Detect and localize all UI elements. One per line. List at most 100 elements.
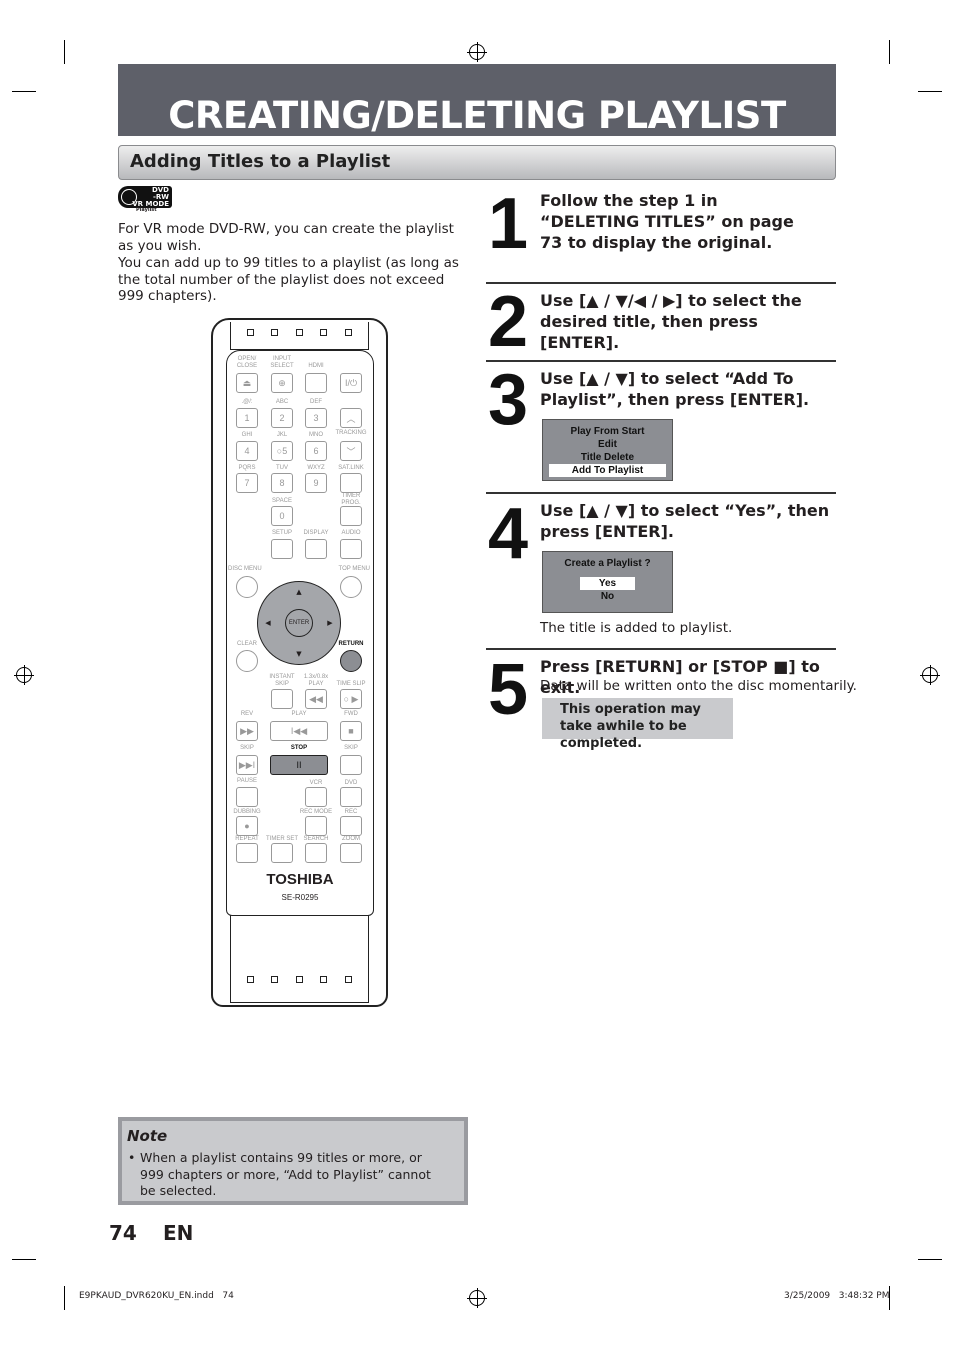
remote-label: STOP	[290, 745, 308, 751]
remote-button: I/⏻	[340, 373, 362, 393]
remote-button: II	[270, 755, 328, 775]
remote-button: 8	[271, 473, 293, 493]
remote-button	[305, 787, 327, 807]
remote-label: DISC MENU	[228, 566, 262, 572]
remote-label: DVD	[344, 780, 358, 786]
remote-button	[340, 843, 362, 863]
step-number: 5	[488, 650, 528, 730]
remote-label: PAUSE	[237, 778, 257, 784]
callout-box: This operation may take awhile to be com…	[542, 698, 733, 751]
remote-label: ZOOM	[342, 836, 360, 842]
confirm-dialog: Create a Playlist ? Yes No	[542, 551, 673, 613]
remote-label: TIMER PROG.	[341, 493, 361, 506]
remote-button: ○5	[271, 441, 293, 461]
remote-model: SE-R0295	[281, 893, 319, 902]
remote-button: ⏏	[236, 373, 258, 393]
title-menu: Play From Start Edit Title Delete Add To…	[542, 419, 673, 481]
remote-button	[271, 843, 293, 863]
footer-file: E9PKAUD_DVR620KU_EN.indd 74	[79, 1291, 234, 1301]
step-text: Follow the step 1 in “DELETING TITLES” o…	[540, 191, 794, 252]
registration-mark	[467, 1288, 487, 1308]
menu-item[interactable]: Title Delete	[543, 451, 672, 464]
remote-round-button	[236, 650, 258, 672]
remote-label: REC	[344, 809, 358, 815]
remote-button: ●	[236, 816, 258, 836]
callout-text: This operation may take awhile to be com…	[560, 702, 701, 751]
registration-mark	[14, 665, 34, 685]
arrow-right-icon: ▶	[327, 619, 333, 627]
page-number: 74	[109, 1221, 137, 1245]
remote-button	[271, 689, 293, 709]
remote-label: SKIP	[240, 745, 254, 751]
remote-button: ﹀	[340, 441, 362, 461]
arrow-up-icon: ▲	[296, 588, 302, 596]
remote-label: DUBBING	[233, 809, 261, 815]
remote-button: 3	[305, 408, 327, 428]
remote-button	[340, 755, 362, 775]
remote-button: 2	[271, 408, 293, 428]
remote-button: ■	[340, 721, 362, 741]
note-item: When a playlist contains 99 titles or mo…	[140, 1150, 431, 1198]
step-text: Use [▲ / ▼/◀ / ▶] to select the desired …	[540, 291, 802, 352]
remote-button: ︿	[340, 408, 362, 428]
menu-item[interactable]: Play From Start	[543, 425, 672, 438]
step-subtext: Data will be written onto the disc momen…	[540, 678, 857, 694]
remote-label: AUDIO	[341, 530, 361, 536]
remote-button	[305, 539, 327, 559]
remote-label: HDMI	[308, 363, 324, 369]
remote-button	[236, 787, 258, 807]
remote-label: SKIP	[344, 745, 358, 751]
step-number: 3	[488, 360, 528, 440]
note-title: Note	[127, 1127, 168, 1145]
remote-button	[305, 373, 327, 393]
menu-item[interactable]: Edit	[543, 438, 672, 451]
remote-label: PLAY	[291, 711, 307, 717]
remote-round-button	[340, 576, 362, 598]
section-title: Adding Titles to a Playlist	[130, 151, 391, 172]
remote-button	[305, 843, 327, 863]
footer-date: 3/25/2009 3:48:32 PM	[784, 1291, 890, 1301]
remote-button	[305, 816, 327, 836]
remote-button: 9	[305, 473, 327, 493]
remote-button	[340, 787, 362, 807]
remote-label: SAT.LINK	[338, 465, 364, 471]
step-number: 4	[488, 494, 528, 574]
logo-caption: Playlist	[136, 207, 157, 213]
remote-button: 1	[236, 408, 258, 428]
remote-brand: TOSHIBA	[266, 871, 334, 888]
step-result: The title is added to playlist.	[540, 620, 733, 636]
remote-button	[340, 506, 362, 526]
registration-mark	[920, 665, 940, 685]
remote-label: REV	[240, 711, 254, 717]
dialog-question: Create a Playlist ?	[564, 558, 651, 569]
remote-round-button	[236, 576, 258, 598]
remote-button	[340, 816, 362, 836]
option-yes[interactable]: Yes	[580, 577, 635, 590]
remote-button: I◀◀	[270, 721, 328, 741]
note-box: Note • When a playlist contains 99 title…	[118, 1117, 468, 1205]
intro-text: You can add up to 99 titles to a playlis…	[118, 255, 459, 304]
step-number: 2	[488, 282, 528, 362]
remote-button: 4	[236, 441, 258, 461]
disc-icon	[121, 189, 137, 205]
arrow-down-icon: ▼	[296, 650, 302, 658]
remote-button: ▶▶I	[236, 755, 258, 775]
intro-text: For VR mode DVD-RW, you can create the p…	[118, 221, 454, 254]
remote-button	[271, 539, 293, 559]
remote-label: DEF	[310, 399, 322, 405]
step-text: Use [▲ / ▼] to select “Add To Playlist”,…	[540, 369, 810, 409]
remote-button: ○ ▶	[340, 689, 362, 709]
option-no[interactable]: No	[543, 590, 672, 603]
menu-item-selected[interactable]: Add To Playlist	[549, 464, 666, 477]
remote-button: ◀◀	[305, 689, 327, 709]
remote-label: TOP MENU	[338, 566, 370, 572]
registration-mark	[467, 42, 487, 62]
arrow-left-icon: ◀	[265, 619, 271, 627]
remote-button: ⊕	[271, 373, 293, 393]
remote-label: TIME SLIP	[336, 681, 366, 687]
remote-button: 6	[305, 441, 327, 461]
dvd-rw-vr-logo: DVD -RW VR MODE	[118, 186, 172, 208]
remote-button	[340, 473, 362, 493]
remote-button: 7	[236, 473, 258, 493]
remote-button	[340, 539, 362, 559]
